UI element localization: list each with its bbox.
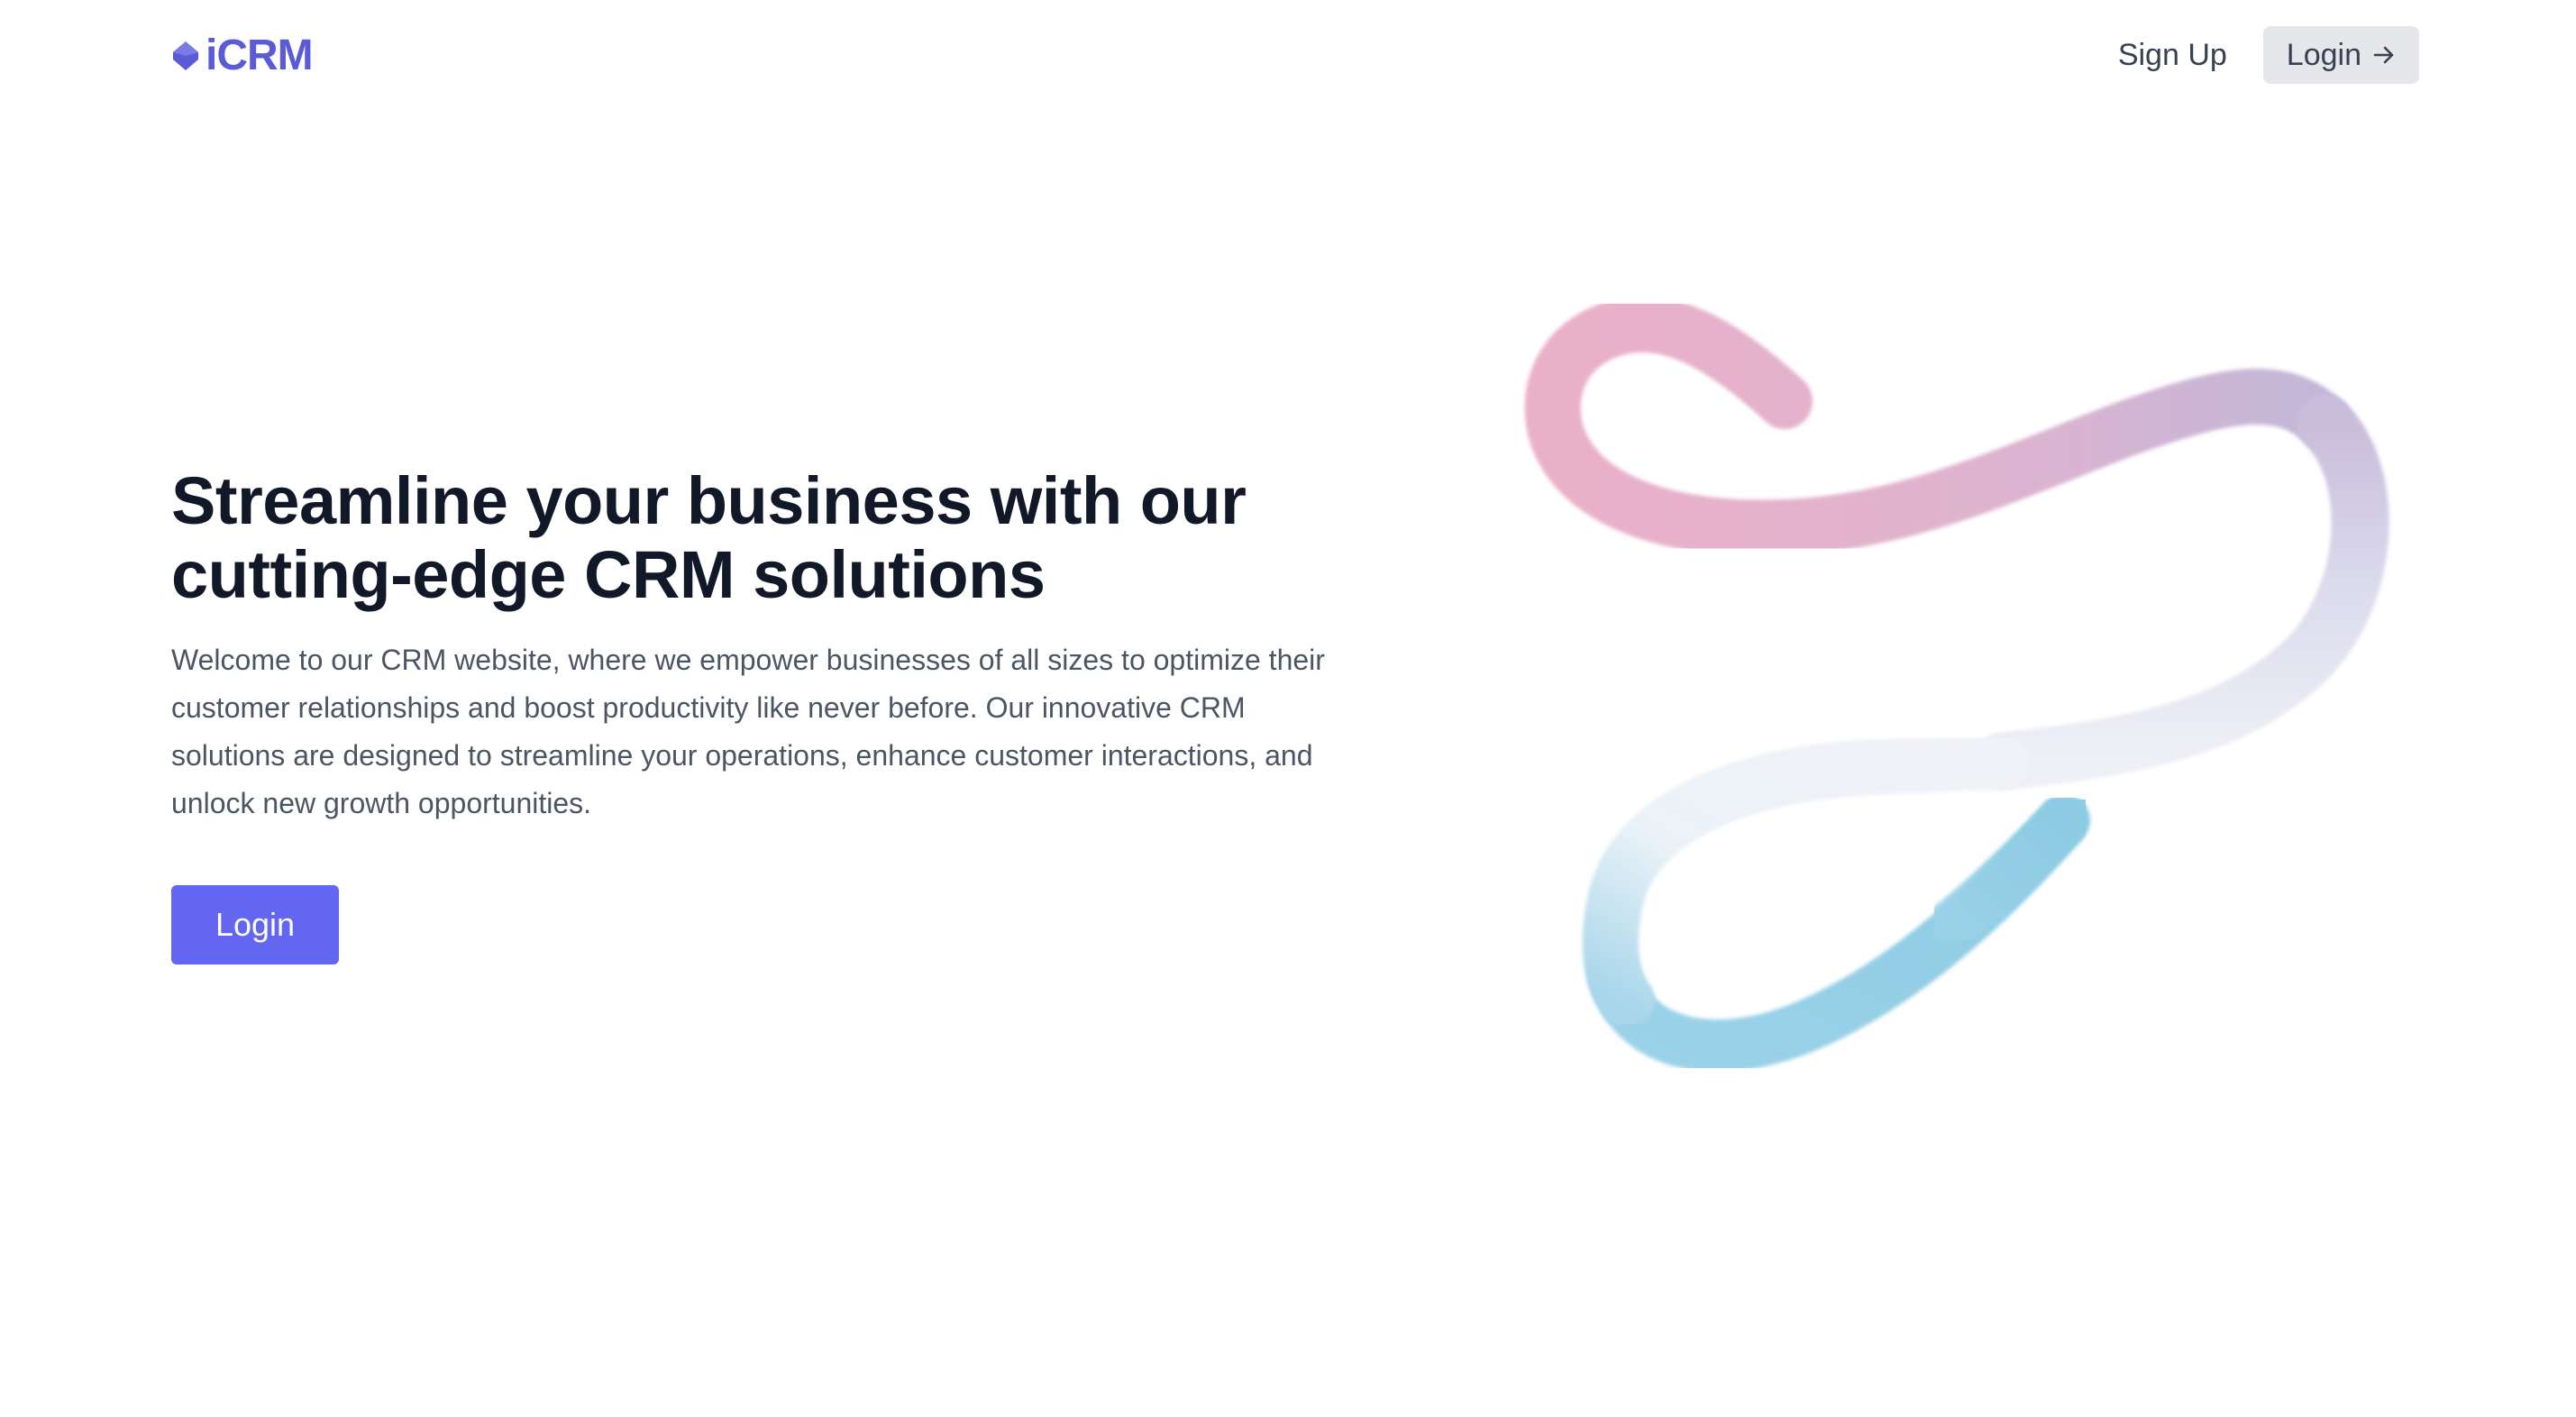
hero-title: Streamline your business with our cuttin… xyxy=(171,463,1247,612)
signup-link[interactable]: Sign Up xyxy=(2118,25,2227,85)
arrow-right-icon xyxy=(2372,43,2396,67)
logo[interactable]: iCRM xyxy=(171,29,314,83)
landing-page: iCRM Sign Up Login Streamline your busin… xyxy=(0,0,2576,1417)
diamond-icon xyxy=(171,40,200,72)
ribbon-pink-loop xyxy=(1524,296,2353,556)
ribbon-illustration xyxy=(1442,261,2470,1109)
top-nav: iCRM Sign Up Login xyxy=(0,0,2576,112)
logo-text: iCRM xyxy=(206,32,314,79)
header-login-label: Login xyxy=(2286,37,2361,72)
hero-description: Welcome to our CRM website, where we emp… xyxy=(171,644,1325,819)
nav-actions: Sign Up Login xyxy=(2118,25,2419,85)
hero-login-button[interactable]: Login xyxy=(171,885,339,964)
header-login-button[interactable]: Login xyxy=(2262,26,2419,84)
